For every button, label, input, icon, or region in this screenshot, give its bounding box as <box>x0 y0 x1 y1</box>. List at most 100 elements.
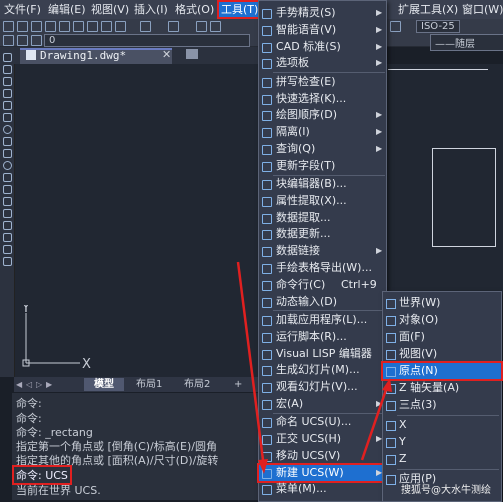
menu-item-icon <box>262 180 272 190</box>
command-line-ucs: 命令: UCS <box>12 465 72 485</box>
tools-menu-item[interactable]: 属性提取(X)... <box>259 193 386 209</box>
first-tab-arrow-icon[interactable]: ◀ <box>16 380 22 389</box>
menu-edit[interactable]: 编辑(E) <box>48 2 86 17</box>
polygon-tool-icon[interactable] <box>3 89 12 98</box>
tab-layout1[interactable]: 布局1 <box>126 378 172 391</box>
menu-insert[interactable]: 插入(I) <box>134 2 168 17</box>
tools-menu-item[interactable]: Visual LISP 编辑器 <box>259 346 386 362</box>
tools-menu-item[interactable]: 智能语音(V) ▶ <box>259 22 386 38</box>
tools-menu-item[interactable]: 新建 UCS(W) ▶ <box>257 462 388 483</box>
ucs-submenu-item-label: 三点(3) <box>399 398 437 411</box>
point-tool-icon[interactable] <box>3 209 12 218</box>
prev-tab-arrow-icon[interactable]: ◁ <box>26 380 32 389</box>
tools-menu-item[interactable]: 生成幻灯片(M)... <box>259 362 386 378</box>
ellipse-arc-tool-icon[interactable] <box>3 173 12 182</box>
ucs-submenu-item-label: X <box>399 418 407 431</box>
linetype-select[interactable]: ——随层 <box>430 34 503 51</box>
layer-state-icon[interactable] <box>17 35 28 46</box>
tools-menu-item[interactable]: 快速选择(K)... <box>259 91 386 107</box>
undo-icon[interactable] <box>140 21 151 32</box>
new-tab-icon[interactable] <box>186 49 198 59</box>
preview-icon[interactable] <box>59 21 70 32</box>
make-block-tool-icon[interactable] <box>3 197 12 206</box>
new-file-icon[interactable] <box>3 21 14 32</box>
ucs-submenu-item[interactable]: 面(F) <box>383 329 501 345</box>
region-tool-icon[interactable] <box>3 245 12 254</box>
tools-menu-item[interactable]: 运行脚本(R)... <box>259 329 386 345</box>
tools-menu-item-label: 属性提取(X)... <box>276 193 347 207</box>
zoom-icon[interactable] <box>210 21 221 32</box>
rectangle-tool-icon[interactable] <box>3 101 12 110</box>
revcloud-tool-icon[interactable] <box>3 137 12 146</box>
ucs-submenu-item[interactable]: 世界(W) <box>383 295 501 311</box>
ellipse-tool-icon[interactable] <box>3 161 12 170</box>
tools-menu-item[interactable]: 绘图顺序(D) ▶ <box>259 107 386 123</box>
lightbulb-icon[interactable] <box>31 35 42 46</box>
tab-layout2[interactable]: 布局2 <box>174 378 220 391</box>
tools-menu-item[interactable]: CAD 标准(S) ▶ <box>259 39 386 55</box>
line-tool-icon[interactable] <box>3 53 12 62</box>
ucs-submenu-item-label: 视图(V) <box>399 347 438 360</box>
open-file-icon[interactable] <box>17 21 28 32</box>
ucs-submenu-item[interactable]: Y <box>383 434 501 450</box>
tools-menu-item[interactable]: 手势精灵(S) ▶ <box>259 5 386 21</box>
menu-separator <box>397 415 499 416</box>
pan-icon[interactable] <box>196 21 207 32</box>
layer-manager-icon[interactable] <box>3 35 14 46</box>
arc-tool-icon[interactable] <box>3 113 12 122</box>
tools-menu-item[interactable]: 更新字段(T) <box>259 158 386 174</box>
ucs-submenu-item[interactable]: 视图(V) <box>383 346 501 362</box>
ucs-submenu-item[interactable]: 三点(3) <box>383 397 501 413</box>
paste-icon[interactable] <box>101 21 112 32</box>
tab-model[interactable]: 模型 <box>84 378 124 391</box>
annotation-arrow-1 <box>236 261 268 474</box>
last-tab-arrow-icon[interactable]: ▶ <box>46 380 52 389</box>
menu-item-icon <box>262 59 272 70</box>
tools-menu-item[interactable]: 加载应用程序(L)... <box>259 312 386 328</box>
copy-icon[interactable] <box>87 21 98 32</box>
tools-menu-item[interactable]: 拼写检查(E) <box>259 74 386 90</box>
tools-menu-item[interactable]: 数据链接 ▶ <box>259 243 386 259</box>
ucs-submenu-item[interactable]: Z <box>383 451 501 467</box>
circle-tool-icon[interactable] <box>3 125 12 134</box>
xline-tool-icon[interactable] <box>3 65 12 74</box>
tools-menu-item[interactable]: 选项板 ▶ <box>259 55 386 71</box>
match-properties-icon[interactable] <box>115 21 126 32</box>
tools-menu-item[interactable]: 手绘表格导出(W)... <box>259 260 386 276</box>
table-tool-icon[interactable] <box>3 257 12 266</box>
tools-menu-item[interactable]: 命令行(C) Ctrl+9 <box>259 277 386 293</box>
menu-extended-tools[interactable]: 扩展工具(X) <box>398 2 458 17</box>
tools-menu-item[interactable]: 数据提取... <box>259 210 386 226</box>
save-icon[interactable] <box>31 21 42 32</box>
gradient-tool-icon[interactable] <box>3 233 12 242</box>
redo-icon[interactable] <box>168 21 179 32</box>
menu-format[interactable]: 格式(O) <box>175 2 214 17</box>
next-tab-arrow-icon[interactable]: ▷ <box>36 380 42 389</box>
dimstyle-select[interactable]: ISO-25 <box>416 20 460 33</box>
ucs-submenu-item[interactable]: X <box>383 417 501 433</box>
print-icon[interactable] <box>45 21 56 32</box>
menu-view[interactable]: 视图(V) <box>91 2 129 17</box>
dimstyle-icon[interactable] <box>390 21 401 32</box>
ucs-submenu-item[interactable]: Z 轴矢量(A) <box>383 380 501 396</box>
close-icon[interactable]: ✕ <box>162 48 171 61</box>
tools-menu-item[interactable]: 菜单(M)... <box>259 481 386 497</box>
tools-menu-item[interactable]: 动态输入(D) <box>259 294 386 310</box>
tools-menu-item[interactable]: 数据更新... <box>259 226 386 242</box>
tools-menu-item[interactable]: 块编辑器(B)... <box>259 176 386 192</box>
tools-menu-item[interactable]: 隔离(I) ▶ <box>259 124 386 140</box>
tools-menu-item[interactable]: 查询(Q) ▶ <box>259 141 386 157</box>
tools-menu-item-label: 数据提取... <box>276 210 331 224</box>
menu-file[interactable]: 文件(F) <box>4 2 41 17</box>
insert-block-tool-icon[interactable] <box>3 185 12 194</box>
cut-icon[interactable] <box>73 21 84 32</box>
menu-window[interactable]: 窗口(W) <box>462 2 503 17</box>
layer-select[interactable]: 0 <box>44 34 250 47</box>
ucs-submenu-item[interactable]: 对象(O) <box>383 312 501 328</box>
spline-tool-icon[interactable] <box>3 149 12 158</box>
ucs-submenu-item[interactable]: 原点(N) <box>381 361 503 381</box>
menu-tools[interactable]: 工具(T) <box>216 0 263 19</box>
layer-toolbar: 0 ——随层 <box>0 33 503 51</box>
hatch-tool-icon[interactable] <box>3 221 12 230</box>
polyline-tool-icon[interactable] <box>3 77 12 86</box>
